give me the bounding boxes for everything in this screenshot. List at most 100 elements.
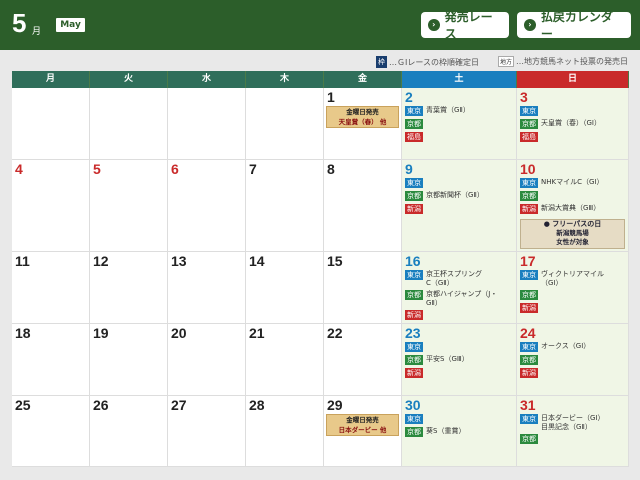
calendar-cell: 13 [168, 252, 246, 324]
day-number: 8 [327, 161, 335, 177]
day-number: 12 [93, 253, 109, 269]
race-row[interactable]: 新潟 [520, 303, 538, 313]
race-row[interactable]: 京都 京都新聞杯（GⅡ） [405, 191, 484, 201]
race-row[interactable]: 京都 [520, 434, 538, 444]
race-row[interactable]: 東京 [520, 106, 538, 116]
sale-races-button[interactable]: › 発売レース [421, 10, 509, 41]
calendar-cell [168, 88, 246, 160]
calendar-cell: 14 [246, 252, 324, 324]
race-name: 日本ダービー（GⅠ） 目黒記念（GⅡ） [541, 414, 605, 431]
day-number: 24 [520, 325, 536, 341]
friday-sale-banner[interactable]: 金曜日発売 日本ダービー 他 [326, 414, 399, 436]
race-row[interactable]: 東京 オークス（GⅠ） [520, 342, 590, 352]
race-row[interactable]: 福島 [405, 132, 423, 142]
venue-badge: 福島 [405, 132, 423, 142]
race-row[interactable]: 東京 青葉賞（GⅡ） [405, 106, 470, 116]
day-number: 9 [405, 161, 413, 177]
day-number: 18 [15, 325, 31, 341]
venue-badge: 東京 [405, 270, 423, 280]
race-row[interactable]: 福島 [520, 132, 538, 142]
day-number: 19 [93, 325, 109, 341]
day-number: 22 [327, 325, 343, 341]
calendar-cell: 29 金曜日発売 日本ダービー 他 [324, 396, 402, 467]
venue-badge: 京都 [405, 427, 423, 437]
race-name: 葵S（重賞） [426, 427, 466, 435]
calendar-cell: 30 東京 京都 葵S（重賞） [402, 396, 517, 467]
venue-badge: 京都 [520, 434, 538, 444]
day-number: 10 [520, 161, 536, 177]
race-row[interactable]: 京都 [520, 355, 538, 365]
calendar-cell: 23 東京 京都 平安S（GⅢ） 新潟 [402, 324, 517, 396]
race-row[interactable]: 東京 [405, 178, 423, 188]
race-row[interactable]: 新潟 [520, 368, 538, 378]
race-row[interactable]: 京都 [520, 191, 538, 201]
race-row[interactable]: 東京 ヴィクトリアマイル （GⅠ） [520, 270, 604, 288]
friday-sale-text: 金曜日発売 [346, 416, 379, 424]
calendar-cell: 1 金曜日発売 天皇賞（春） 他 [324, 88, 402, 160]
calendar-cell [90, 88, 168, 160]
calendar-cell: 16 東京 京王杯スプリング C（GⅡ） 京都 京都ハイジャンプ（J・ GⅡ） 新潟 [402, 252, 517, 324]
refund-calendar-button[interactable]: › 払戻カレンダー [517, 10, 631, 41]
venue-badge: 東京 [520, 414, 538, 424]
venue-badge: 東京 [405, 342, 423, 352]
day-number: 6 [171, 161, 179, 177]
calendar-cell: 26 [90, 396, 168, 467]
venue-badge: 新潟 [520, 368, 538, 378]
race-row[interactable]: 東京 NHKマイルC（GⅠ） [520, 178, 603, 188]
calendar-cell: 24 東京 オークス（GⅠ） 京都 新潟 [517, 324, 629, 396]
weekday-header-3: 木 [246, 71, 324, 88]
day-number: 27 [171, 397, 187, 413]
weekday-header-5: 土 [402, 71, 517, 88]
month-number: 5 [12, 8, 27, 38]
race-name: 青葉賞（GⅡ） [426, 106, 470, 114]
friday-sale-banner[interactable]: 金曜日発売 天皇賞（春） 他 [326, 106, 399, 128]
calendar-cell: 21 [246, 324, 324, 396]
race-name: ヴィクトリアマイル （GⅠ） [541, 270, 604, 287]
venue-badge: 京都 [405, 290, 423, 300]
venue-badge: 新潟 [520, 204, 538, 214]
venue-badge: 新潟 [405, 368, 423, 378]
venue-badge: 東京 [520, 342, 538, 352]
race-row[interactable]: 新潟 新潟大賞典（GⅢ） [520, 204, 600, 214]
chiho-legend-text: …地方競馬ネット投票の発売日 [516, 57, 629, 66]
weekday-header-0: 月 [12, 71, 90, 88]
free-pass-text: 女性が対象 [556, 238, 589, 246]
calendar-cell: 15 [324, 252, 402, 324]
race-row[interactable]: 京都 [520, 290, 538, 300]
calendar-cell: 31 東京 日本ダービー（GⅠ） 目黒記念（GⅡ） 京都 [517, 396, 629, 467]
calendar-cell: 3 東京 京都 天皇賞（春）（GⅠ） 福島 [517, 88, 629, 160]
venue-badge: 東京 [405, 106, 423, 116]
day-number: 13 [171, 253, 187, 269]
free-pass-text: ● フリーパスの日 [543, 220, 602, 228]
day-number: 5 [93, 161, 101, 177]
chevron-right-icon: › [524, 19, 536, 31]
venue-badge: 東京 [520, 270, 538, 280]
calendar-cell: 12 [90, 252, 168, 324]
race-row[interactable]: 京都 京都ハイジャンプ（J・ GⅡ） [405, 290, 497, 308]
free-pass-banner[interactable]: ● フリーパスの日 新潟競馬場 女性が対象 [520, 219, 625, 249]
race-name: 平安S（GⅢ） [426, 355, 469, 363]
calendar-cell: 9 東京京都 京都新聞杯（GⅡ） 新潟 [402, 160, 517, 252]
day-number: 25 [15, 397, 31, 413]
day-number: 28 [249, 397, 265, 413]
race-row[interactable]: 東京 [405, 414, 423, 424]
calendar-cell [246, 88, 324, 160]
race-row[interactable]: 東京 京王杯スプリング C（GⅡ） [405, 270, 482, 288]
race-row[interactable]: 新潟 [405, 310, 423, 320]
calendar-cell: 18 [12, 324, 90, 396]
race-row[interactable]: 新潟 [405, 368, 423, 378]
weekday-header-1: 火 [90, 71, 168, 88]
race-row[interactable]: 東京 [405, 342, 423, 352]
calendar-cell: 8 [324, 160, 402, 252]
race-row[interactable]: 京都 天皇賞（春）（GⅠ） [520, 119, 601, 129]
race-row[interactable]: 新潟 [405, 204, 423, 214]
race-row[interactable]: 東京 日本ダービー（GⅠ） 目黒記念（GⅡ） [520, 414, 605, 432]
weekday-header-6: 日 [517, 71, 629, 88]
calendar-cell: 19 [90, 324, 168, 396]
race-row[interactable]: 京都 葵S（重賞） [405, 427, 465, 437]
venue-badge: 新潟 [405, 204, 423, 214]
day-number: 21 [249, 325, 265, 341]
race-row[interactable]: 京都 平安S（GⅢ） [405, 355, 469, 365]
race-name: オークス（GⅠ） [541, 342, 591, 350]
race-row[interactable]: 京都 [405, 119, 423, 129]
